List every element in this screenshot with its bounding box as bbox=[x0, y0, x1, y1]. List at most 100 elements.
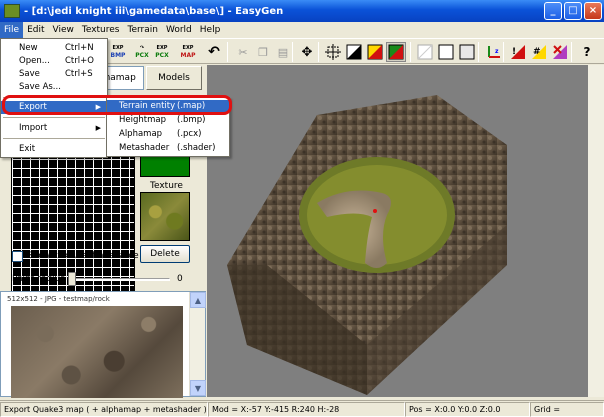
window-title: - [d:\jedi knight iii\gamedata\base\] - … bbox=[24, 5, 284, 17]
menu-terrain[interactable]: Terrain bbox=[124, 22, 162, 38]
svg-text:#: # bbox=[533, 47, 541, 57]
menu-edit[interactable]: Edit bbox=[23, 22, 48, 38]
menu-item-label: Exit bbox=[19, 144, 36, 154]
axis-icon[interactable]: z bbox=[484, 42, 504, 62]
submenu-item-ext: (.bmp) bbox=[177, 115, 206, 125]
blank-square-icon[interactable] bbox=[415, 42, 435, 62]
paste-icon[interactable]: ▤ bbox=[273, 42, 293, 62]
export-bmp-button[interactable]: EXP BMP bbox=[108, 42, 128, 62]
menu-item-import[interactable]: Import ▶ bbox=[1, 122, 107, 135]
terrain-render bbox=[227, 95, 507, 395]
viewport-scrollbar[interactable] bbox=[588, 65, 604, 397]
paint-radius-track[interactable] bbox=[70, 278, 170, 281]
export-map-button[interactable]: EXP MAP bbox=[178, 42, 198, 62]
menu-world[interactable]: World bbox=[162, 22, 196, 38]
menu-item-exit[interactable]: Exit bbox=[1, 143, 107, 156]
rock-texture-preview bbox=[11, 306, 183, 398]
toolbar-separator bbox=[227, 42, 228, 62]
submenu-item-heightmap[interactable]: Heightmap (.bmp) bbox=[107, 114, 229, 127]
cut-icon[interactable]: ✂ bbox=[233, 42, 253, 62]
status-pos: Pos = X:0.0 Y:0.0 Z:0.0 bbox=[405, 402, 530, 417]
app-icon bbox=[4, 4, 20, 18]
submenu-item-ext: (.shader) bbox=[177, 143, 216, 153]
tab-models[interactable]: Models bbox=[146, 66, 202, 90]
status-mod: Mod = X:-57 Y:-415 R:240 H:-28 bbox=[208, 402, 405, 417]
menu-file[interactable]: File bbox=[0, 22, 24, 38]
menu-item-shortcut: Ctrl+N bbox=[65, 43, 94, 53]
copy-icon[interactable]: ❐ bbox=[253, 42, 273, 62]
menu-item-open[interactable]: Open... Ctrl+O bbox=[1, 55, 107, 68]
export-pcx-button-2[interactable]: EXP PCX bbox=[152, 42, 172, 62]
paint-radius-value: 0 bbox=[177, 274, 183, 284]
menu-view[interactable]: View bbox=[49, 22, 78, 38]
paint-radius-slider[interactable] bbox=[68, 272, 76, 286]
menu-item-save[interactable]: Save Ctrl+S bbox=[1, 68, 107, 81]
move-icon[interactable]: ✥ bbox=[297, 42, 317, 62]
status-grid: Grid = bbox=[530, 402, 604, 417]
exp-label: EXP bbox=[156, 45, 168, 51]
toolbar-separator bbox=[292, 42, 293, 62]
submenu-arrow-icon: ▶ bbox=[95, 124, 101, 132]
pcx-label: PCX bbox=[135, 52, 149, 59]
minimize-button[interactable]: _ bbox=[544, 2, 562, 20]
export-pcx-arrow-icon: ↷ bbox=[139, 45, 145, 51]
menu-item-label: Save As... bbox=[19, 82, 61, 92]
exp-label: EXP bbox=[182, 45, 194, 51]
contrast-icon[interactable] bbox=[344, 42, 364, 62]
menu-separator bbox=[3, 138, 105, 139]
color-swap-icon[interactable] bbox=[365, 42, 385, 62]
submenu-item-ext: (.pcx) bbox=[177, 129, 202, 139]
menu-bar: File Edit View Textures Terrain World He… bbox=[0, 22, 604, 38]
scroll-up-icon[interactable]: ▲ bbox=[190, 292, 206, 308]
texture-thumbnail[interactable] bbox=[140, 192, 190, 241]
warning-red-icon[interactable]: ! bbox=[508, 42, 528, 62]
texture-view-icon[interactable] bbox=[386, 42, 406, 62]
title-bar: - [d:\jedi knight iii\gamedata\base\] - … bbox=[0, 0, 604, 22]
toolbar-separator bbox=[318, 42, 319, 62]
export-pcx-button[interactable]: ↷ PCX bbox=[132, 42, 152, 62]
help-button[interactable]: ? bbox=[577, 42, 597, 62]
menu-item-shortcut: Ctrl+S bbox=[65, 69, 93, 79]
menu-textures[interactable]: Textures bbox=[78, 22, 124, 38]
toolbar-separator bbox=[478, 42, 479, 62]
menu-item-new[interactable]: New Ctrl+N bbox=[1, 42, 107, 55]
scroll-down-icon[interactable]: ▼ bbox=[190, 380, 206, 396]
delete-button[interactable]: Delete bbox=[140, 245, 190, 263]
grid-select-icon[interactable] bbox=[323, 42, 343, 62]
texture-scrollbar[interactable]: ▲ ▼ bbox=[189, 292, 206, 396]
undo-button[interactable]: ↶ bbox=[204, 42, 224, 62]
texture-color-swatch[interactable] bbox=[140, 156, 190, 177]
fill-square-icon[interactable] bbox=[457, 42, 477, 62]
menu-item-label: New bbox=[19, 43, 38, 53]
terrain-3d-viewport[interactable] bbox=[207, 65, 604, 397]
submenu-item-label: Alphamap bbox=[119, 129, 163, 139]
show-texture-label: Show texture if available bbox=[27, 251, 139, 261]
texture-preview-panel: 512x512 - JPG - testmap/rock ▲ ▼ bbox=[0, 291, 206, 398]
show-texture-checkbox[interactable] bbox=[12, 251, 23, 262]
cursor-marker-icon bbox=[373, 209, 377, 213]
outline-square-icon[interactable] bbox=[436, 42, 456, 62]
maximize-button[interactable]: □ bbox=[564, 2, 582, 20]
texture-label: Texture bbox=[150, 181, 183, 191]
submenu-item-metashader[interactable]: Metashader (.shader) bbox=[107, 142, 229, 155]
menu-separator bbox=[3, 117, 105, 118]
pcx-label: PCX bbox=[155, 52, 169, 59]
close-button[interactable]: × bbox=[584, 2, 602, 20]
yellow-tool-icon[interactable]: # bbox=[529, 42, 549, 62]
undo-icon: ↶ bbox=[208, 43, 220, 60]
highlight-annotation bbox=[2, 95, 232, 115]
submenu-item-label: Heightmap bbox=[119, 115, 166, 125]
bmp-label: BMP bbox=[110, 52, 126, 59]
exp-label: EXP bbox=[112, 45, 124, 51]
help-icon: ? bbox=[583, 44, 591, 59]
svg-text:z: z bbox=[495, 48, 499, 55]
menu-item-shortcut: Ctrl+O bbox=[65, 56, 94, 66]
menu-help[interactable]: Help bbox=[196, 22, 225, 38]
status-bar: Export Quake3 map ( + alphamap + metasha… bbox=[0, 400, 604, 417]
menu-item-label: Open... bbox=[19, 56, 50, 66]
submenu-item-alphamap[interactable]: Alphamap (.pcx) bbox=[107, 128, 229, 141]
toolbar-separator bbox=[571, 42, 572, 62]
submenu-item-label: Metashader bbox=[119, 143, 170, 153]
menu-item-save-as[interactable]: Save As... bbox=[1, 81, 107, 94]
delete-color-icon[interactable] bbox=[550, 42, 570, 62]
